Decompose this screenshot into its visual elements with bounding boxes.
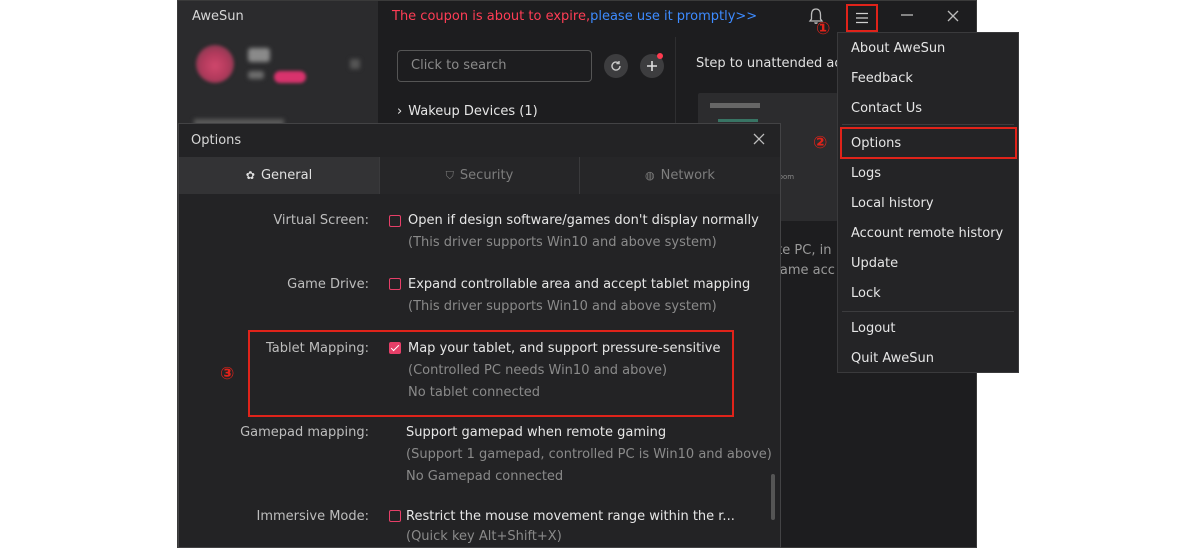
game-drive-checkbox[interactable]: [389, 278, 401, 290]
wakeup-devices-label: Wakeup Devices (1): [408, 104, 538, 119]
tablet-mapping-status: No tablet connected: [408, 385, 541, 400]
step-2-marker: ②: [813, 133, 828, 153]
menu-item-update[interactable]: Update: [851, 256, 898, 271]
general-settings-content[interactable]: Virtual Screen: Open if design software/…: [179, 194, 780, 548]
globe-icon: ◍: [645, 169, 655, 182]
menu-item-logout[interactable]: Logout: [851, 321, 896, 336]
main-menu-dropdown: About AweSun Feedback Contact Us Options…: [837, 32, 1019, 373]
game-drive-label: Game Drive:: [287, 277, 369, 292]
close-icon[interactable]: [749, 130, 769, 150]
refresh-icon[interactable]: [604, 54, 628, 78]
notification-dot: [657, 53, 663, 59]
app-title: AweSun: [192, 9, 244, 24]
close-icon[interactable]: [942, 7, 964, 29]
chevron-right-icon: ›: [397, 104, 403, 119]
menu-item-quit[interactable]: Quit AweSun: [851, 351, 934, 366]
gamepad-mapping-status: No Gamepad connected: [406, 469, 564, 484]
blurred-username: [248, 48, 270, 62]
search-input[interactable]: Click to search: [397, 50, 592, 82]
menu-item-feedback[interactable]: Feedback: [851, 71, 913, 86]
blurred-membership-badge: [274, 71, 306, 83]
coupon-banner[interactable]: The coupon is about to expire,please use…: [392, 9, 757, 24]
tab-network[interactable]: ◍ Network: [580, 157, 780, 194]
options-tabs: ✿ General ⛉ Security ◍ Network: [179, 157, 780, 194]
scrollbar-thumb[interactable]: [771, 474, 775, 520]
game-drive-note: (This driver supports Win10 and above sy…: [408, 299, 717, 314]
immersive-mode-note: (Quick key Alt+Shift+X): [406, 529, 562, 544]
immersive-mode-label: Immersive Mode:: [256, 509, 369, 524]
coupon-warning-text: The coupon is about to expire,: [392, 9, 591, 24]
menu-item-logs[interactable]: Logs: [851, 166, 881, 181]
menu-item-account-remote-history[interactable]: Account remote history: [851, 226, 1003, 241]
wakeup-devices-group[interactable]: › Wakeup Devices (1): [397, 104, 538, 119]
options-dialog: Options ✿ General ⛉ Security ◍ Network V…: [178, 123, 781, 548]
immersive-mode-checkbox[interactable]: [389, 510, 401, 522]
avatar[interactable]: [196, 45, 234, 83]
game-drive-text: Expand controllable area and accept tabl…: [408, 277, 751, 292]
tablet-mapping-text: Map your tablet, and support pressure-se…: [408, 341, 721, 356]
menu-item-lock[interactable]: Lock: [851, 286, 881, 301]
coupon-link[interactable]: please use it promptly>>: [590, 9, 757, 24]
gamepad-mapping-note: (Support 1 gamepad, controlled PC is Win…: [406, 447, 772, 462]
virtual-screen-label: Virtual Screen:: [273, 213, 369, 228]
minimize-icon[interactable]: [896, 7, 918, 29]
menu-item-contact-us[interactable]: Contact Us: [851, 101, 922, 116]
tab-security[interactable]: ⛉ Security: [380, 157, 580, 194]
tab-general[interactable]: ✿ General: [179, 157, 380, 194]
immersive-mode-text: Restrict the mouse movement range within…: [406, 509, 735, 524]
menu-item-about[interactable]: About AweSun: [851, 41, 945, 56]
hamburger-menu-button[interactable]: [846, 4, 878, 32]
menu-separator: [842, 311, 1014, 312]
tab-general-label: General: [260, 168, 313, 183]
virtual-screen-note: (This driver supports Win10 and above sy…: [408, 235, 717, 250]
gamepad-mapping-label: Gamepad mapping:: [240, 425, 369, 440]
menu-item-options[interactable]: Options: [851, 136, 901, 151]
blurred-user-info: [248, 71, 264, 79]
tab-network-label: Network: [660, 168, 715, 183]
step-1-marker: ①: [816, 19, 831, 39]
tablet-mapping-checkbox[interactable]: [389, 342, 401, 354]
virtual-screen-text: Open if design software/games don't disp…: [408, 213, 759, 228]
tablet-mapping-note: (Controlled PC needs Win10 and above): [408, 363, 668, 378]
menu-separator: [842, 124, 1014, 125]
tab-security-label: Security: [459, 168, 514, 183]
gear-icon: ✿: [245, 169, 255, 182]
menu-item-local-history[interactable]: Local history: [851, 196, 934, 211]
gamepad-mapping-text: Support gamepad when remote gaming: [406, 425, 667, 440]
unattended-step-title: Step to unattended acc: [696, 56, 846, 71]
dialog-title: Options: [191, 133, 242, 148]
shield-icon: ⛉: [445, 168, 454, 182]
chevron-right-icon[interactable]: [350, 59, 360, 69]
virtual-screen-checkbox[interactable]: [389, 215, 401, 227]
tablet-mapping-label: Tablet Mapping:: [265, 341, 369, 356]
step-3-marker: ③: [220, 364, 235, 384]
